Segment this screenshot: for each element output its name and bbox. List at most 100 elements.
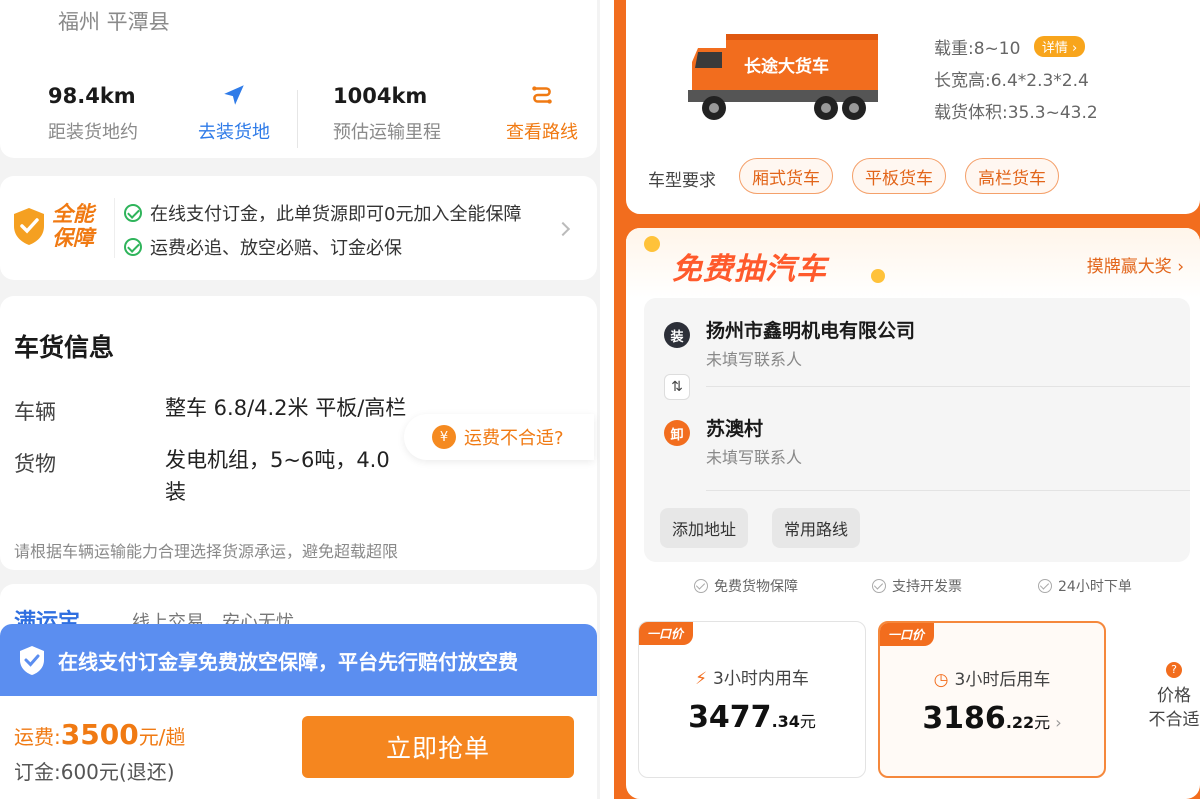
unfit-line1: 价格 <box>1157 686 1191 706</box>
check-icon <box>124 238 142 256</box>
fee-unfit-button[interactable]: ¥ 运费不合适? <box>404 414 594 460</box>
unload-contact[interactable]: 未填写联系人 <box>706 444 802 468</box>
divider <box>297 90 298 148</box>
check-icon <box>694 579 708 593</box>
address-box: 装 扬州市鑫明机电有限公司 未填写联系人 ⇅ 卸 苏澳村 未填写联系人 添加地址… <box>644 298 1190 562</box>
chevron-right-icon: › <box>1055 713 1062 732</box>
chevron-right-icon <box>555 221 571 237</box>
route-icon <box>532 86 552 104</box>
divider <box>706 386 1190 387</box>
view-route-button[interactable]: 查看路线 <box>506 82 578 144</box>
lottery-link-label: 摸牌赢大奖 <box>1086 257 1172 277</box>
freight-label: 运费: <box>14 725 61 749</box>
perk-item: 24小时下单 <box>1038 576 1132 596</box>
option-price: 3477.34元 <box>639 700 865 735</box>
perk-label: 免费货物保障 <box>714 579 798 595</box>
guarantee-title-line1: 全能 <box>52 202 94 226</box>
guarantee-title: 全能 保障 <box>52 202 94 250</box>
load-capacity: 载重:8~10 详情 › <box>934 34 1086 59</box>
view-route-label: 查看路线 <box>506 122 578 143</box>
vehicle-card: 长途大货车 载重:8~10 详情 › 长宽高:6.4*2.3*2.4 载货体积:… <box>626 0 1200 214</box>
cargo-label: 货物 <box>14 452 56 476</box>
divider <box>706 490 1190 491</box>
price-unit: 元 <box>1034 713 1051 732</box>
fee-unfit-label: 运费不合适? <box>464 428 564 449</box>
swap-icon[interactable]: ⇅ <box>664 374 690 400</box>
freight-price: 运费:3500元/趟 <box>14 718 185 751</box>
vehicle-label: 车辆 <box>14 400 56 424</box>
cargo-value: 发电机组，5~6吨，4.0 装 <box>165 444 390 508</box>
distance-label: 距装货地约 <box>48 122 138 143</box>
price-option-after-3h[interactable]: 一口价 ◷ 3小时后用车 3186.22元 › <box>878 621 1106 778</box>
panel-gap <box>600 0 614 799</box>
clock-icon: ◷ <box>933 670 949 690</box>
load-capacity-text: 载重:8~10 <box>934 39 1021 59</box>
vehicle-type-chip[interactable]: 高栏货车 <box>965 158 1059 194</box>
lottery-link[interactable]: 摸牌赢大奖 › <box>1087 252 1184 277</box>
detail-label: 详情 <box>1041 41 1068 56</box>
estimated-mileage: 1004km 预估运输里程 <box>333 84 441 144</box>
option-price: 3186.22元 › <box>880 701 1104 736</box>
go-load-label: 去装货地 <box>198 122 270 143</box>
vehicle-type-chip[interactable]: 平板货车 <box>852 158 946 194</box>
freight-unit: 元/趟 <box>138 725 186 749</box>
vehicle-type-chip[interactable]: 厢式货车 <box>739 158 833 194</box>
price-integer: 3477 <box>688 700 772 735</box>
deposit-banner: 在线支付订金享免费放空保障，平台先行赔付放空费 <box>0 624 597 696</box>
coin-icon <box>644 236 660 252</box>
check-icon <box>124 204 142 222</box>
truck-text: 长途大货车 <box>744 56 829 77</box>
price-unfit-button[interactable]: ? 价格 不合适 <box>1144 662 1200 732</box>
question-icon: ? <box>1166 662 1182 678</box>
price-unit: 元 <box>799 712 816 731</box>
add-address-button[interactable]: 添加地址 <box>660 508 749 548</box>
perk-label: 支持开发票 <box>892 579 962 595</box>
freight-value: 3500 <box>60 718 139 751</box>
shield-check-icon <box>20 646 44 675</box>
order-card: 免费抽汽车 摸牌赢大奖 › 装 扬州市鑫明机电有限公司 未填写联系人 ⇅ 卸 苏… <box>626 228 1200 799</box>
lightning-icon: ⚡ <box>695 669 708 689</box>
mileage-label: 预估运输里程 <box>333 122 441 143</box>
unload-icon: 卸 <box>664 420 690 446</box>
option-time: ⚡ 3小时内用车 <box>639 664 865 689</box>
shield-icon <box>14 208 44 245</box>
option-time: ◷ 3小时后用车 <box>880 665 1104 690</box>
grab-order-button[interactable]: 立即抢单 <box>302 716 574 778</box>
common-routes-button[interactable]: 常用路线 <box>772 508 861 548</box>
dimensions: 长宽高:6.4*2.3*2.4 <box>934 71 1089 91</box>
deposit-info: 订金:600元(退还) <box>14 760 175 784</box>
coin-icon <box>871 269 885 283</box>
divider <box>114 198 115 258</box>
bottom-bar: 运费:3500元/趟 订金:600元(退还) 立即抢单 <box>0 696 597 799</box>
check-icon <box>1038 579 1052 593</box>
lottery-title: 免费抽汽车 <box>672 252 827 287</box>
go-load-button[interactable]: 去装货地 <box>198 82 270 144</box>
cargo-value-line2: 装 <box>165 480 186 504</box>
price-integer: 3186 <box>922 701 1006 736</box>
lottery-banner[interactable]: 免费抽汽车 摸牌赢大奖 › <box>626 228 1200 298</box>
overload-tip: 请根据车辆运输能力合理选择货源承运，避免超载超限 <box>14 542 399 561</box>
perk-label: 24小时下单 <box>1058 579 1132 595</box>
load-icon: 装 <box>664 322 690 348</box>
guarantee-line-1: 在线支付订金，此单货源即可0元加入全能保障 <box>124 200 521 226</box>
guarantee-line-2-text: 运费必追、放空必赔、订金必保 <box>150 238 402 259</box>
distance-to-load: 98.4km 距装货地约 <box>48 84 138 144</box>
cargo-volume: 载货体积:35.3~43.2 <box>934 103 1098 123</box>
unfit-line2: 不合适 <box>1148 710 1200 730</box>
guarantee-card[interactable]: 全能 保障 在线支付订金，此单货源即可0元加入全能保障 运费必追、放空必赔、订金… <box>0 176 597 280</box>
mileage-value: 1004km <box>333 84 428 108</box>
load-contact[interactable]: 未填写联系人 <box>706 346 802 370</box>
region-label: 福州 平潭县 <box>58 10 170 34</box>
unload-address-name[interactable]: 苏澳村 <box>706 414 763 441</box>
load-address-name[interactable]: 扬州市鑫明机电有限公司 <box>706 316 915 343</box>
navigation-arrow-icon <box>224 85 244 105</box>
check-icon <box>872 579 886 593</box>
price-decimal: .22 <box>1005 713 1035 732</box>
banner-text: 在线支付订金享免费放空保障，平台先行赔付放空费 <box>58 649 518 674</box>
detail-button[interactable]: 详情 › <box>1033 36 1086 57</box>
yen-icon: ¥ <box>432 425 456 449</box>
left-screen: 福州 平潭县 98.4km 距装货地约 去装货地 1004km 预估运输里程 查… <box>0 0 600 799</box>
guarantee-line-2: 运费必追、放空必赔、订金必保 <box>124 234 402 260</box>
guarantee-title-line2: 保障 <box>52 226 94 250</box>
price-option-within-3h[interactable]: 一口价 ⚡ 3小时内用车 3477.34元 <box>638 621 866 778</box>
